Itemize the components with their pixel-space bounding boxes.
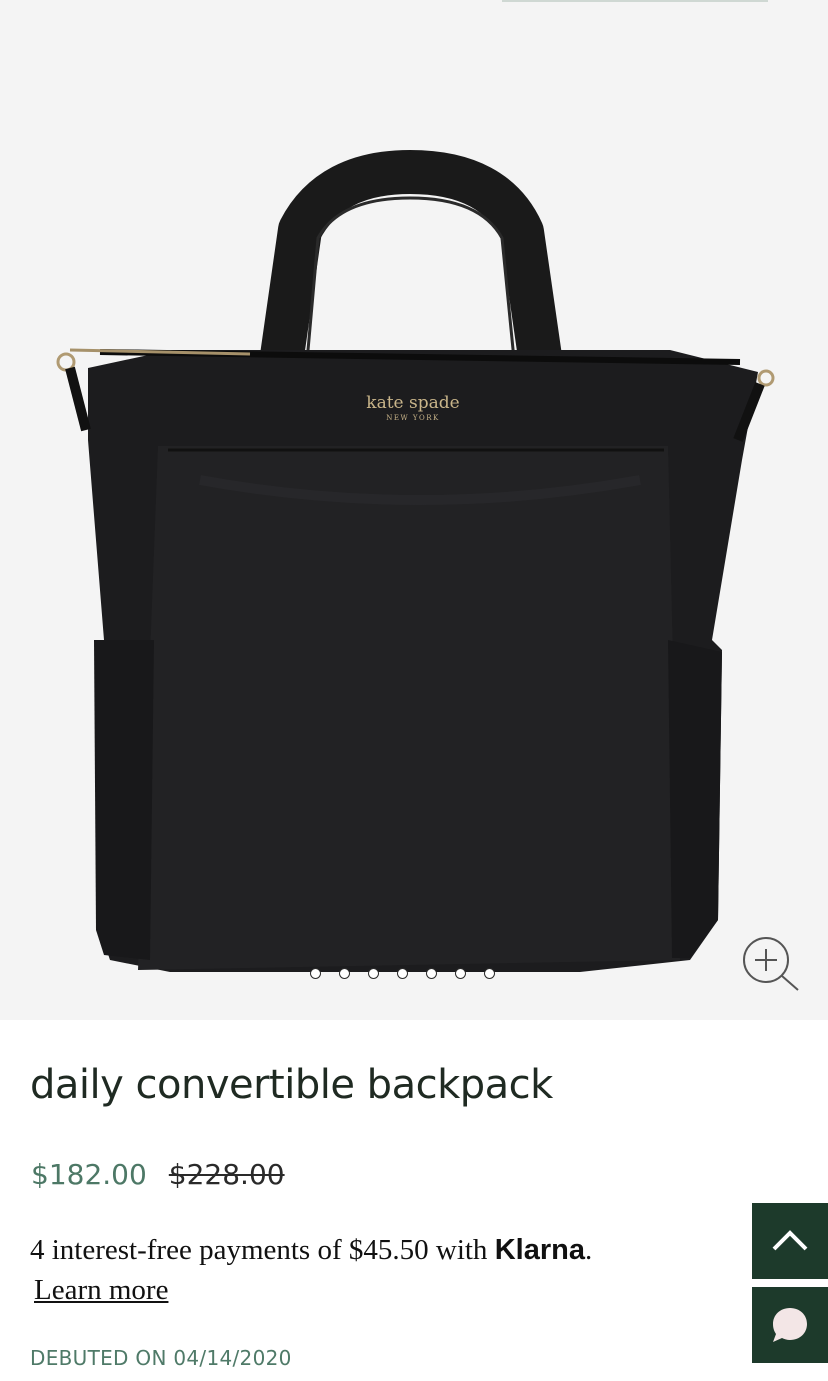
- price-row: $182.00 $228.00: [31, 1158, 285, 1191]
- zoom-in-icon[interactable]: [740, 932, 802, 994]
- gallery-dot[interactable]: [310, 968, 321, 979]
- gallery-dot[interactable]: [455, 968, 466, 979]
- chat-button[interactable]: [752, 1287, 828, 1363]
- brand-logo-text: kate spade: [366, 393, 459, 413]
- gallery-dot[interactable]: [339, 968, 350, 979]
- back-to-top-button[interactable]: [752, 1203, 828, 1279]
- gallery-dot[interactable]: [368, 968, 379, 979]
- sale-price: $182.00: [31, 1158, 147, 1191]
- klarna-message: 4 interest-free payments of $45.50 with …: [30, 1230, 730, 1310]
- gallery-dot[interactable]: [397, 968, 408, 979]
- product-title: daily convertible backpack: [30, 1062, 553, 1108]
- klarna-period: .: [584, 1234, 593, 1266]
- chat-bubble-icon: [773, 1308, 807, 1342]
- learn-more-link[interactable]: Learn more: [34, 1270, 168, 1310]
- gallery-dot[interactable]: [426, 968, 437, 979]
- original-price: $228.00: [168, 1158, 285, 1191]
- product-image[interactable]: kate spade NEW YORK: [0, 0, 828, 1020]
- product-image-gallery[interactable]: kate spade NEW YORK: [0, 0, 828, 1020]
- gallery-dot[interactable]: [484, 968, 495, 979]
- debuted-date: DEBUTED ON 04/14/2020: [30, 1346, 292, 1370]
- chevron-up-icon: [772, 1230, 808, 1251]
- klarna-brand: Klarna: [494, 1234, 585, 1266]
- brand-logo-subtext: NEW YORK: [386, 414, 440, 422]
- gallery-pagination: [310, 968, 495, 979]
- klarna-text: 4 interest-free payments of $45.50 with: [30, 1234, 495, 1266]
